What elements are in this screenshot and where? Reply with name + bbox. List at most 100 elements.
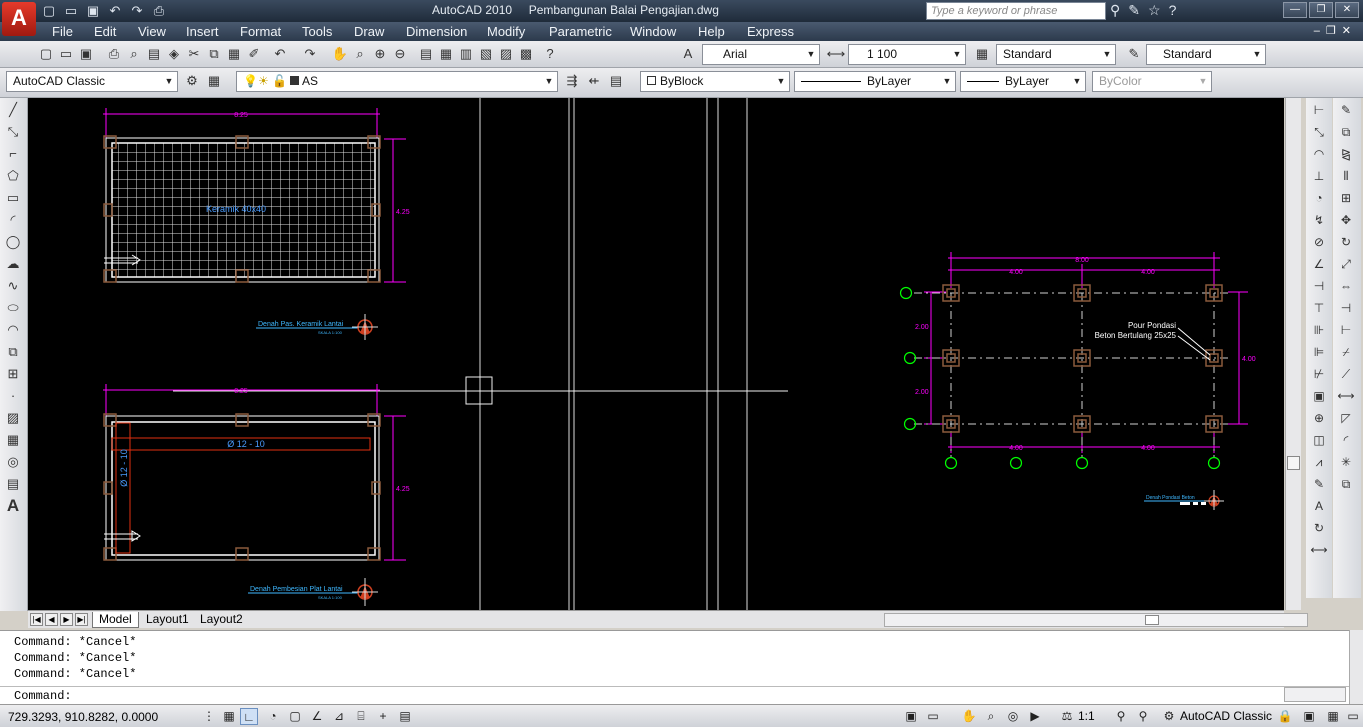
command-input[interactable]: Command: [0,686,1349,704]
tab-model[interactable]: Model [92,612,139,628]
menu-file[interactable]: File [52,24,73,39]
inspection-icon[interactable]: ◫ [1309,430,1329,450]
redo-icon[interactable]: ↷ [128,2,146,20]
tool-palettes-icon[interactable]: ▥ [456,44,476,64]
dynamic-input-icon[interactable]: ⌸ [352,708,370,725]
multiline-text-icon[interactable]: A [3,496,23,516]
plot-icon[interactable]: ⎙ [104,44,124,64]
clean-screen-icon[interactable]: ▭ [1344,708,1362,725]
table-style-combo[interactable]: Standard ▼ [1146,44,1266,65]
qnew-icon[interactable]: ▢ [36,44,56,64]
text-style-icon[interactable]: A [678,44,698,64]
prev-tab-icon[interactable]: ◀ [45,613,58,626]
continue-icon[interactable]: ⊪ [1309,320,1329,340]
tolerance-icon[interactable]: ▣ [1309,386,1329,406]
insert-block-icon[interactable]: ⧉ [3,342,23,362]
help-icon[interactable]: ? [540,44,560,64]
trim-icon[interactable]: ⊣ [1336,298,1356,318]
copy-object-icon[interactable]: ⧉ [1336,122,1356,142]
snap-mode-icon[interactable]: ⋮ [200,708,218,725]
ellipse-icon[interactable]: ⬭ [3,298,23,318]
zoom-previous-icon[interactable]: ⊖ [390,44,410,64]
drawing-canvas[interactable]: 8.25 4.25 Keramik 40x40 Denah Pas. Keram… [28,98,1284,610]
search-input[interactable]: Type a keyword or phrase [926,2,1106,20]
polyline-icon[interactable]: ⌐ [3,144,23,164]
tab-layout1[interactable]: Layout1 [140,612,195,628]
dim-edit-icon[interactable]: ✎ [1309,474,1329,494]
join-icon[interactable]: ⟷ [1336,386,1356,406]
undo-icon[interactable]: ↶ [106,2,124,20]
vertical-scroll-thumb[interactable] [1287,456,1300,470]
layer-states-icon[interactable]: ▤ [606,71,626,91]
scale-icon[interactable]: ⤢ [1336,254,1356,274]
workspace-status[interactable]: AutoCAD Classic [1180,709,1272,723]
mirror-icon[interactable]: ⧎ [1336,144,1356,164]
open-file-icon[interactable]: ▭ [62,2,80,20]
break-object-icon[interactable]: ⟋ [1336,364,1356,384]
menu-edit[interactable]: Edit [94,24,116,39]
offset-icon[interactable]: ⫴ [1336,166,1356,186]
coordinate-readout[interactable]: 729.3293, 910.8282, 0.0000 [8,710,158,724]
tab-layout2[interactable]: Layout2 [194,612,249,628]
dim-update-icon[interactable]: ↻ [1309,518,1329,538]
revision-cloud-icon[interactable]: ☁ [3,254,23,274]
break-at-point-icon[interactable]: ⌿ [1336,342,1356,362]
lineweight-combo[interactable]: ByLayer ▼ [960,71,1086,92]
drawing-vertical-scrollbar[interactable] [1285,98,1301,610]
isolate-objects-icon[interactable]: ▦ [1324,708,1342,725]
grid-display-icon[interactable]: ▦ [220,708,238,725]
ortho-mode-icon[interactable]: ∟ [240,708,258,725]
linetype-combo[interactable]: ByLayer ▼ [794,71,956,92]
workspace-settings-icon[interactable]: ⚙ [182,71,202,91]
copy-icon[interactable]: ⧉ [204,44,224,64]
jogged-icon[interactable]: ↯ [1309,210,1329,230]
circle-icon[interactable]: ◯ [3,232,23,252]
star-icon[interactable]: ☆ [1148,2,1161,19]
move-icon[interactable]: ✥ [1336,210,1356,230]
construction-line-icon[interactable]: ⤡ [3,122,23,142]
showmotion-icon[interactable]: ▶ [1026,708,1044,725]
workspace-combo[interactable]: AutoCAD Classic ▼ [6,71,178,92]
rotate-icon[interactable]: ↻ [1336,232,1356,252]
erase-icon[interactable]: ✎ [1336,100,1356,120]
baseline-icon[interactable]: ⊤ [1309,298,1329,318]
line-icon[interactable]: ╱ [3,100,23,120]
menu-tools[interactable]: Tools [302,24,332,39]
plot-preview-icon[interactable]: ⌕ [124,44,144,64]
color-combo[interactable]: ByBlock ▼ [640,71,790,92]
lineweight-toggle-icon[interactable]: + [374,708,392,725]
application-menu-button[interactable]: A [2,2,36,36]
sheet-set-icon[interactable]: ▧ [476,44,496,64]
markup-icon[interactable]: ▨ [496,44,516,64]
diameter-icon[interactable]: ⊘ [1309,232,1329,252]
dim-style-icon[interactable]: ⟷ [1309,540,1329,560]
linear-dimension-icon[interactable]: ⊢ [1309,100,1329,120]
toolbar-lock-icon[interactable]: 🔒 [1276,708,1294,725]
zoom-realtime-icon[interactable]: ⌕ [350,44,370,64]
menu-draw[interactable]: Draw [354,24,384,39]
region-icon[interactable]: ◎ [3,452,23,472]
save-icon[interactable]: ▣ [76,44,96,64]
menu-express[interactable]: Express [747,24,794,39]
calculator-icon[interactable]: ▩ [516,44,536,64]
menu-format[interactable]: Format [240,24,281,39]
open-icon[interactable]: ▭ [56,44,76,64]
ordinate-icon[interactable]: ⊥ [1309,166,1329,186]
text-style-combo[interactable]: Arial ▼ [702,44,820,65]
properties-icon[interactable]: ▤ [416,44,436,64]
command-horizontal-scrollbar[interactable] [1284,687,1346,702]
menu-modify[interactable]: Modify [487,24,525,39]
workspace-switching-icon[interactable]: ⚙ [1160,708,1178,725]
arc-length-icon[interactable]: ◠ [1309,144,1329,164]
layer-previous-icon[interactable]: ⇷ [584,71,604,91]
quick-properties-icon[interactable]: ▤ [396,708,414,725]
close-button[interactable]: ✕ [1335,2,1359,18]
gradient-icon[interactable]: ▦ [3,430,23,450]
save-icon[interactable]: ▣ [84,2,102,20]
paste-icon[interactable]: ▦ [224,44,244,64]
menu-insert[interactable]: Insert [186,24,219,39]
match-properties-icon[interactable]: ✐ [244,44,264,64]
point-icon[interactable]: · [3,386,23,406]
redo-icon[interactable]: ↷ [300,44,320,64]
make-block-icon[interactable]: ⊞ [3,364,23,384]
